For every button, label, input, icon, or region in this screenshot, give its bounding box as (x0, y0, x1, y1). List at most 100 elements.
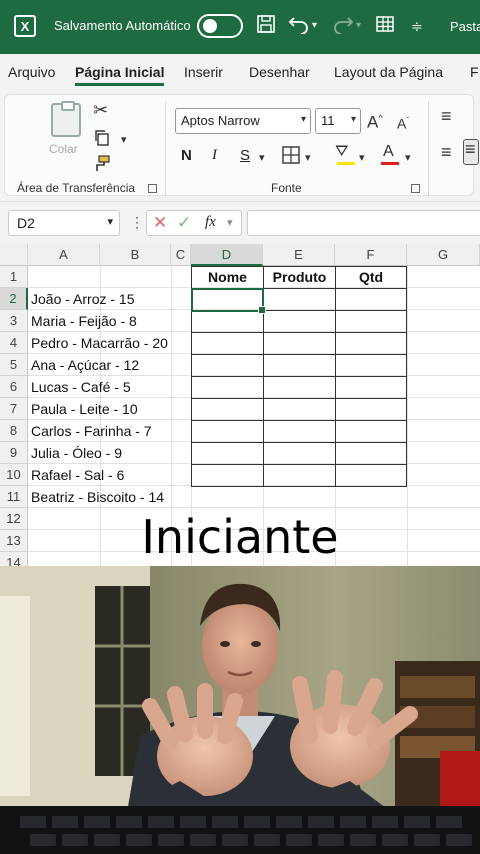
save-icon[interactable] (256, 14, 276, 40)
confirm-icon[interactable]: ✓ (177, 213, 191, 233)
table-cell[interactable] (263, 288, 336, 311)
table-cell[interactable] (335, 288, 407, 311)
tab-formulas[interactable]: F (470, 64, 479, 80)
tab-desenhar[interactable]: Desenhar (249, 64, 310, 80)
font-launcher-icon[interactable] (411, 184, 420, 193)
column-header-d[interactable]: D (191, 244, 263, 266)
font-size-select[interactable]: 11 ▾ (315, 108, 361, 134)
redo-dropdown-icon[interactable]: ▾ (356, 14, 361, 38)
copy-icon[interactable] (93, 129, 111, 152)
row-header[interactable]: 9 (0, 442, 28, 464)
table-cell[interactable] (191, 310, 264, 333)
row-header[interactable]: 4 (0, 332, 28, 354)
column-header-f[interactable]: F (335, 244, 407, 266)
cell-a8[interactable]: Carlos - Farinha - 7 (31, 420, 152, 442)
table-header-nome[interactable]: Nome (191, 266, 264, 289)
cell-a2[interactable]: João - Arroz - 15 (31, 288, 135, 310)
table-cell[interactable] (263, 398, 336, 421)
row-header[interactable]: 3 (0, 310, 28, 332)
table-cell[interactable] (335, 464, 407, 487)
cut-icon[interactable]: ✂ (93, 101, 108, 119)
table-cell[interactable] (191, 420, 264, 443)
table-cell[interactable] (335, 354, 407, 377)
font-color-icon[interactable]: A (383, 143, 394, 161)
font-color-dropdown-icon[interactable]: ▾ (405, 149, 411, 167)
table-cell[interactable] (335, 398, 407, 421)
table-cell[interactable] (335, 420, 407, 443)
table-cell[interactable] (263, 464, 336, 487)
insert-function-icon[interactable]: fx (205, 214, 216, 231)
table-cell[interactable] (191, 442, 264, 465)
column-header-e[interactable]: E (263, 244, 335, 266)
row-header[interactable]: 6 (0, 376, 28, 398)
row-header[interactable]: 7 (0, 398, 28, 420)
decrease-font-icon[interactable]: Aˇ (397, 112, 409, 133)
column-header-a[interactable]: A (28, 244, 100, 266)
row-header[interactable]: 1 (0, 266, 28, 288)
table-cell[interactable] (191, 464, 264, 487)
format-painter-icon[interactable] (91, 155, 111, 178)
fill-color-icon[interactable]: ⛛ (335, 143, 348, 161)
table-grid-icon[interactable] (375, 14, 395, 40)
column-header-g[interactable]: G (407, 244, 480, 266)
cell-a9[interactable]: Julia - Óleo - 9 (31, 442, 122, 464)
tab-inserir[interactable]: Inserir (184, 64, 223, 80)
cancel-icon[interactable]: ✕ (153, 213, 167, 233)
cell-a11[interactable]: Beatriz - Biscoito - 14 (31, 486, 164, 508)
borders-dropdown-icon[interactable]: ▾ (305, 149, 311, 167)
table-cell[interactable] (263, 376, 336, 399)
underline-dropdown-icon[interactable]: ▾ (259, 149, 265, 167)
autosave-toggle[interactable] (197, 14, 243, 38)
customize-toolbar-icon[interactable]: ≑ (411, 14, 423, 38)
table-cell[interactable] (335, 310, 407, 333)
column-header-c[interactable]: C (171, 244, 191, 266)
table-cell[interactable] (263, 310, 336, 333)
more-options-icon[interactable]: ⋮ (130, 214, 144, 231)
cell-a4[interactable]: Pedro - Macarrão - 20 (31, 332, 168, 354)
tab-pagina-inicial[interactable]: Página Inicial (75, 64, 165, 86)
table-cell[interactable] (263, 420, 336, 443)
italic-button[interactable]: I (212, 147, 217, 164)
row-header[interactable]: 8 (0, 420, 28, 442)
row-header[interactable]: 2 (0, 288, 28, 310)
cell-a10[interactable]: Rafael - Sal - 6 (31, 464, 124, 486)
undo-dropdown-icon[interactable]: ▾ (312, 14, 317, 38)
column-header-b[interactable]: B (100, 244, 171, 266)
table-header-qtd[interactable]: Qtd (335, 266, 407, 289)
tab-arquivo[interactable]: Arquivo (8, 64, 55, 80)
cell-a3[interactable]: Maria - Feijão - 8 (31, 310, 137, 332)
align-top-icon[interactable]: ≡ (441, 107, 452, 125)
cell-a6[interactable]: Lucas - Café - 5 (31, 376, 131, 398)
row-header[interactable]: 5 (0, 354, 28, 376)
cell-a7[interactable]: Paula - Leite - 10 (31, 398, 138, 420)
paste-icon[interactable] (51, 101, 81, 137)
row-header[interactable]: 10 (0, 464, 28, 486)
clipboard-launcher-icon[interactable] (148, 184, 157, 193)
cell-a5[interactable]: Ana - Açúcar - 12 (31, 354, 139, 376)
undo-icon[interactable] (288, 14, 310, 40)
font-name-select[interactable]: Aptos Narrow ▾ (175, 108, 311, 134)
tab-layout-da-pagina[interactable]: Layout da Página (334, 64, 443, 80)
formula-input[interactable] (247, 210, 480, 236)
active-cell-d2[interactable] (191, 288, 266, 314)
borders-icon[interactable] (281, 145, 301, 170)
table-cell[interactable] (263, 332, 336, 355)
table-cell[interactable] (335, 332, 407, 355)
fill-color-dropdown-icon[interactable]: ▾ (359, 149, 365, 167)
bold-button[interactable]: N (181, 147, 192, 164)
table-cell[interactable] (335, 376, 407, 399)
table-cell[interactable] (263, 354, 336, 377)
table-cell[interactable] (191, 332, 264, 355)
table-cell[interactable] (191, 376, 264, 399)
align-center-icon[interactable]: ≡ (463, 139, 479, 165)
underline-button[interactable]: S (240, 147, 250, 164)
table-cell[interactable] (191, 398, 264, 421)
increase-font-icon[interactable]: A^ (367, 109, 383, 132)
row-header[interactable]: 11 (0, 486, 28, 508)
table-cell[interactable] (335, 442, 407, 465)
table-cell[interactable] (263, 442, 336, 465)
align-left-icon[interactable]: ≡ (441, 143, 452, 161)
redo-icon[interactable] (332, 14, 354, 40)
copy-dropdown-icon[interactable]: ▾ (121, 131, 127, 149)
select-all-corner[interactable] (0, 244, 28, 266)
